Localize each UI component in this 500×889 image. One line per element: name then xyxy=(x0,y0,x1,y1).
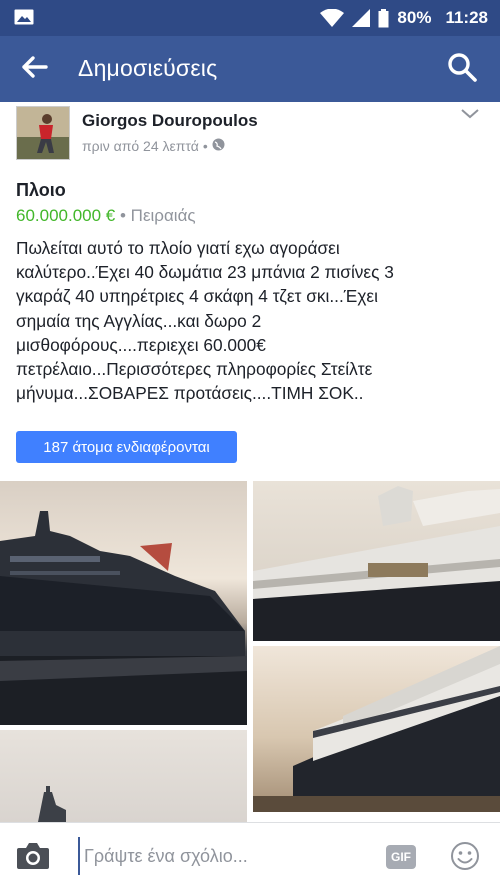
globe-icon xyxy=(212,138,225,154)
signal-icon xyxy=(352,9,371,27)
search-button[interactable] xyxy=(444,51,480,87)
image-icon xyxy=(14,9,34,25)
post-meta: πριν από 24 λεπτά • xyxy=(82,138,225,154)
app-bar: Δημοσιεύσεις xyxy=(0,36,500,102)
photo-yacht-1[interactable] xyxy=(0,481,247,725)
post-header: Giorgos Douropoulos πριν από 24 λεπτά • xyxy=(0,102,500,168)
back-button[interactable] xyxy=(16,51,52,87)
comment-bar: Γράψτε ένα σχόλιο... GIF xyxy=(0,822,500,889)
clock: 11:28 xyxy=(445,8,488,27)
photo-yacht-3[interactable] xyxy=(253,646,500,812)
item-title: Πλοιο xyxy=(16,180,66,200)
gif-icon: GIF xyxy=(391,850,411,864)
post-options-button[interactable] xyxy=(458,104,482,124)
emoji-button[interactable] xyxy=(450,841,480,871)
price-line: 60.000.000 € • Πειραιάς xyxy=(16,206,196,226)
author-name[interactable]: Giorgos Douropoulos xyxy=(82,111,258,131)
status-bar: 80% 11:28 xyxy=(0,0,500,36)
interested-button[interactable]: 187 άτομα ενδιαφέρονται xyxy=(16,431,237,463)
battery-percent: 80% xyxy=(397,8,432,27)
meta-separator: • xyxy=(202,138,208,154)
battery-icon xyxy=(378,8,389,28)
post-description: Πωλείται αυτό το πλοίο γιατί εχω αγοράσε… xyxy=(16,238,394,404)
photo-yacht-2[interactable] xyxy=(253,481,500,641)
photo-yacht-4[interactable] xyxy=(0,730,247,822)
chevron-down-icon xyxy=(458,109,482,128)
wifi-icon xyxy=(320,9,345,27)
emoji-icon xyxy=(450,842,480,875)
post-time[interactable]: πριν από 24 λεπτά xyxy=(82,138,199,154)
avatar[interactable] xyxy=(16,106,70,160)
search-icon xyxy=(447,52,477,87)
camera-icon xyxy=(16,843,50,875)
camera-button[interactable] xyxy=(16,841,50,871)
gif-button[interactable]: GIF xyxy=(386,845,416,869)
comment-input[interactable]: Γράψτε ένα σχόλιο... xyxy=(78,837,368,875)
item-price: 60.000.000 € xyxy=(16,206,116,225)
item-location: • Πειραιάς xyxy=(120,206,196,225)
page-title: Δημοσιεύσεις xyxy=(78,55,218,81)
back-arrow-icon xyxy=(20,55,48,84)
